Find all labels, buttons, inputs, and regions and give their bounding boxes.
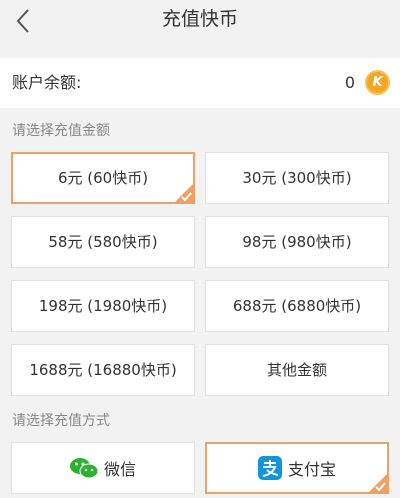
amount-option-label: 1688元 (16880快币) [29, 361, 177, 379]
amount-option-198[interactable]: 198元 (1980快币) [11, 280, 195, 332]
selected-check-icon [173, 182, 195, 204]
amount-option-label: 6元 (60快币) [57, 169, 149, 187]
amount-option-label: 30元 (300快币) [242, 169, 352, 187]
balance-label: 账户余额: [12, 73, 82, 92]
amount-option-label: 688元 (6880快币) [232, 297, 362, 315]
amount-option-label: 198元 (1980快币) [38, 297, 168, 315]
amount-option-label: 58元 (580快币) [48, 233, 158, 251]
payment-section-label: 请选择充值方式 [12, 413, 110, 429]
pay-option-alipay[interactable]: 支付宝 [205, 442, 389, 494]
amount-option-label: 98元 (980快币) [242, 233, 352, 251]
alipay-icon [257, 456, 282, 480]
amount-option-other[interactable]: 其他金额 [205, 344, 389, 396]
amount-option-label: 其他金额 [266, 361, 327, 379]
selected-check-icon [367, 472, 389, 494]
amount-option-30[interactable]: 30元 (300快币) [205, 152, 389, 204]
nav-bar: 充值快币 [0, 0, 400, 45]
wechat-icon [69, 458, 98, 479]
pay-option-wechat[interactable]: 微信 [11, 442, 195, 494]
amount-option-6[interactable]: 6元 (60快币) [11, 152, 195, 204]
amount-option-1688[interactable]: 1688元 (16880快币) [11, 344, 195, 396]
page-title: 充值快币 [161, 8, 238, 30]
amount-section-label: 请选择充值金额 [12, 123, 110, 139]
amount-option-98[interactable]: 98元 (980快币) [205, 216, 389, 268]
balance-row: 账户余额: 0 K [0, 58, 400, 108]
amount-option-58[interactable]: 58元 (580快币) [11, 216, 195, 268]
coin-icon: K [365, 70, 390, 95]
amount-option-688[interactable]: 688元 (6880快币) [205, 280, 389, 332]
pay-option-label: 支付宝 [287, 460, 336, 479]
pay-option-label: 微信 [103, 460, 136, 479]
balance-value: 0 [344, 73, 355, 92]
